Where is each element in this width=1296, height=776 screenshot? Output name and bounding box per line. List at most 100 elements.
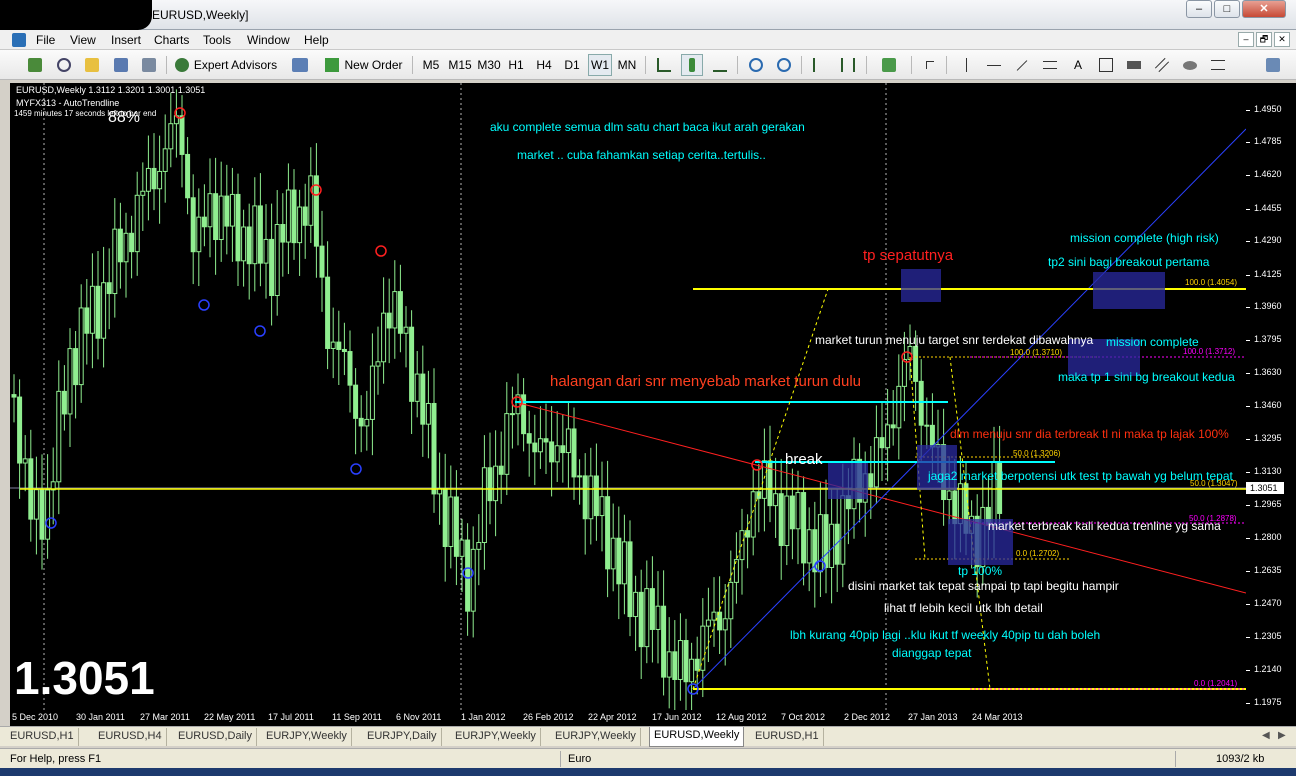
candle-body (868, 473, 874, 488)
candle-body (263, 238, 269, 264)
line-chart-icon[interactable] (709, 54, 731, 76)
text-tool-icon[interactable]: A (1067, 54, 1089, 76)
tf-w1[interactable]: W1 (588, 54, 612, 76)
channel-icon[interactable] (1151, 54, 1173, 76)
candle-body (493, 465, 499, 502)
expert-advisors-button[interactable]: Expert Advisors (172, 54, 280, 76)
ellipse-icon[interactable] (1179, 54, 1201, 76)
tab-eurusd-h1-2[interactable]: EURUSD,H1 (751, 728, 824, 746)
tf-m5[interactable]: M5 (419, 54, 443, 76)
taskbar-strip (0, 768, 1296, 776)
menu-insert[interactable]: Insert (111, 33, 141, 47)
new-order-button[interactable]: New Order (322, 54, 406, 76)
tab-eurusd-h1[interactable]: EURUSD,H1 (6, 728, 79, 746)
auto-scroll-icon[interactable] (809, 54, 831, 76)
annotation-maka-tp1: maka tp 1 sini bg breakout kedua (1058, 370, 1235, 384)
time-axis[interactable]: 5 Dec 2010 30 Jan 2011 27 Mar 2011 22 Ma… (10, 710, 1284, 726)
price-axis[interactable]: 1.4950 1.4785 1.4620 1.4455 1.4290 1.412… (1246, 83, 1284, 710)
candle-body (476, 542, 482, 550)
fib-label-f1-100: 100.0 (1.4054) (1185, 278, 1238, 287)
candle-body (605, 496, 611, 570)
candle-body (649, 588, 655, 630)
candle-body (672, 651, 678, 680)
app-icon[interactable] (12, 33, 26, 47)
candle-body (190, 197, 196, 253)
maximize-button[interactable]: □ (1214, 0, 1240, 18)
candle-body (554, 445, 560, 463)
trendline-icon[interactable] (1011, 54, 1033, 76)
tab-scroll-left-icon[interactable]: ◀ (1262, 730, 1270, 741)
horizontal-line-icon[interactable] (983, 54, 1005, 76)
tab-eurjpy-weekly-2[interactable]: EURJPY,Weekly (451, 728, 541, 746)
menu-tools[interactable]: Tools (203, 33, 231, 47)
mdi-minimize-button[interactable]: – (1238, 32, 1254, 47)
crosshair-icon[interactable] (919, 54, 941, 76)
chart-shift-icon[interactable] (837, 54, 859, 76)
candle-body (453, 496, 459, 557)
tf-h1[interactable]: H1 (504, 54, 528, 76)
minimize-button[interactable]: – (1186, 0, 1212, 18)
toolbar-overflow-icon[interactable] (1262, 54, 1284, 76)
bar-chart-icon[interactable] (653, 54, 675, 76)
tab-eurjpy-weekly-3[interactable]: EURJPY,Weekly (551, 728, 641, 746)
candle-body (509, 413, 515, 416)
equidistant-channel-icon[interactable] (1039, 54, 1061, 76)
candle-body (302, 206, 308, 226)
price-tick: 1.4290 (1254, 235, 1282, 245)
tab-eurusd-h4[interactable]: EURUSD,H4 (94, 728, 167, 746)
trough-marker-3 (350, 463, 362, 475)
candle-body (745, 530, 751, 538)
tf-m30[interactable]: M30 (476, 54, 502, 76)
tab-eurjpy-weekly[interactable]: EURJPY,Weekly (262, 728, 352, 746)
tab-eurusd-weekly[interactable]: EURUSD,Weekly (649, 727, 745, 747)
candle-body (89, 285, 95, 334)
indicators-dropdown-icon[interactable] (874, 54, 904, 76)
favorites-icon[interactable] (81, 54, 103, 76)
candle-body (123, 232, 129, 263)
tab-eurjpy-daily[interactable]: EURJPY,Daily (363, 728, 442, 746)
menu-file[interactable]: File (36, 33, 55, 47)
chart-tabs: EURUSD,H1 EURUSD,H4 EURUSD,Daily EURJPY,… (0, 726, 1296, 747)
tf-m15[interactable]: M15 (447, 54, 473, 76)
navigator-icon[interactable] (110, 54, 132, 76)
annotation-lbh1: lbh kurang 40pip lagi ..klu ikut tf week… (790, 628, 1101, 642)
tf-h4[interactable]: H4 (532, 54, 556, 76)
menu-help[interactable]: Help (304, 33, 329, 47)
candle-body (582, 475, 588, 520)
menu-charts[interactable]: Charts (154, 33, 189, 47)
candle-body (17, 396, 23, 464)
menu-window[interactable]: Window (247, 33, 290, 47)
price-tick: 1.2635 (1254, 565, 1282, 575)
fibonacci-icon[interactable] (1207, 54, 1229, 76)
tab-eurusd-daily[interactable]: EURUSD,Daily (174, 728, 257, 746)
new-chart-icon[interactable] (24, 54, 46, 76)
close-button[interactable]: ✕ (1242, 0, 1286, 18)
crosshair-move-icon[interactable] (53, 54, 75, 76)
window-title: EURUSD,Weekly] (152, 8, 249, 22)
text-label-icon[interactable] (1095, 54, 1117, 76)
tab-scroll-right-icon[interactable]: ▶ (1278, 730, 1286, 741)
chart-window-dropdown-icon[interactable] (285, 54, 315, 76)
mdi-restore-button[interactable]: 🗗 (1256, 32, 1272, 47)
candle-body (784, 495, 790, 547)
tf-d1[interactable]: D1 (560, 54, 584, 76)
candle-body (375, 361, 381, 367)
time-tick: 30 Jan 2011 (76, 712, 125, 722)
candle-body (39, 489, 45, 540)
candle-body (78, 307, 84, 386)
window-titlebar[interactable]: EURUSD,Weekly] – □ ✕ (0, 0, 1296, 30)
menu-view[interactable]: View (70, 33, 96, 47)
candle-body (162, 148, 168, 172)
zoom-out-icon[interactable] (773, 54, 795, 76)
vertical-line-icon[interactable] (955, 54, 977, 76)
terminal-icon[interactable] (138, 54, 160, 76)
candlestick-icon[interactable] (681, 54, 703, 76)
zoom-in-icon[interactable] (745, 54, 767, 76)
mdi-close-button[interactable]: ✕ (1274, 32, 1290, 47)
tf-mn[interactable]: MN (615, 54, 639, 76)
candle-body (448, 496, 454, 548)
candle-body (308, 175, 314, 226)
price-chart[interactable]: EURUSD,Weekly 1.3112 1.3201 1.3001 1.305… (10, 83, 1246, 710)
rectangle-icon[interactable] (1123, 54, 1145, 76)
candle-body (532, 442, 538, 453)
